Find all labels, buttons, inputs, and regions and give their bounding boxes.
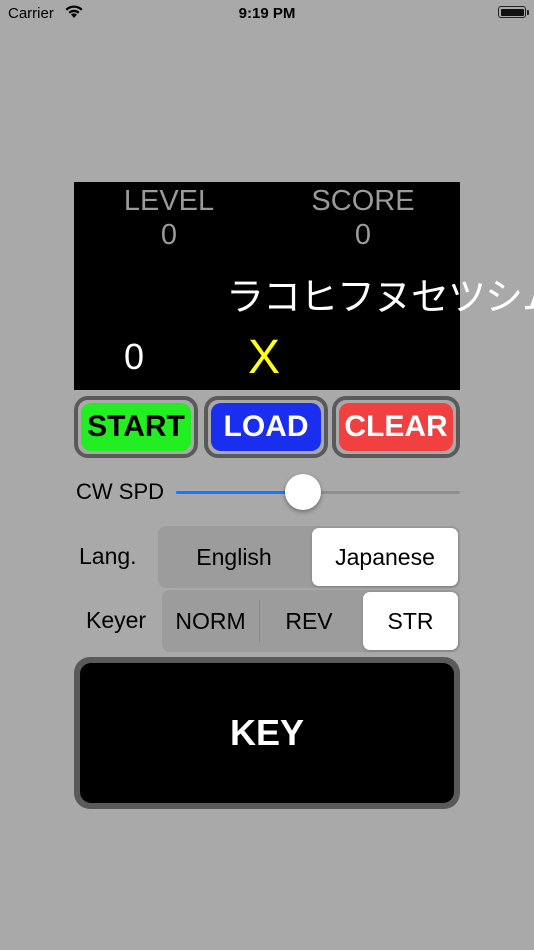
- cw-speed-label: CW SPD: [76, 479, 164, 504]
- char-count: 0: [124, 336, 145, 377]
- keyer-label: Keyer: [86, 607, 147, 633]
- language-segmented-control: English Japanese: [158, 526, 460, 588]
- load-button[interactable]: LOAD: [204, 396, 328, 458]
- language-option-english[interactable]: English: [158, 526, 310, 588]
- clock: 9:19 PM: [238, 5, 296, 22]
- score-label: SCORE: [311, 185, 415, 217]
- score-display: LEVEL 0 SCORE 0 ラコヒフヌセツシム 0 X: [74, 182, 534, 390]
- key-button-label: KEY: [80, 663, 454, 803]
- slider-thumb[interactable]: [285, 474, 321, 510]
- load-button-label: LOAD: [223, 410, 309, 443]
- keyer-option-str[interactable]: STR: [363, 592, 458, 650]
- start-button-label: START: [87, 410, 185, 443]
- status-bar: Carrier 9:19 PM: [0, 0, 534, 28]
- level-label: LEVEL: [123, 185, 215, 217]
- cw-speed-slider[interactable]: [176, 474, 460, 510]
- keyer-option-rev[interactable]: REV: [260, 590, 358, 652]
- start-button[interactable]: START: [74, 396, 198, 458]
- level-value: 0: [160, 219, 178, 251]
- clear-button-label: CLEAR: [344, 410, 448, 443]
- clear-button[interactable]: CLEAR: [332, 396, 460, 458]
- keyer-option-norm[interactable]: NORM: [162, 590, 259, 652]
- keyer-segmented-control: NORM REV STR: [162, 590, 460, 652]
- battery-icon: [498, 6, 529, 18]
- result-mark: X: [248, 331, 281, 384]
- score-value: 0: [354, 219, 372, 251]
- language-label: Lang.: [79, 543, 137, 569]
- received-characters: ラコヒフヌセツシム: [226, 277, 534, 319]
- key-button[interactable]: KEY: [74, 657, 460, 809]
- slider-fill: [176, 491, 303, 494]
- language-option-japanese[interactable]: Japanese: [312, 528, 458, 586]
